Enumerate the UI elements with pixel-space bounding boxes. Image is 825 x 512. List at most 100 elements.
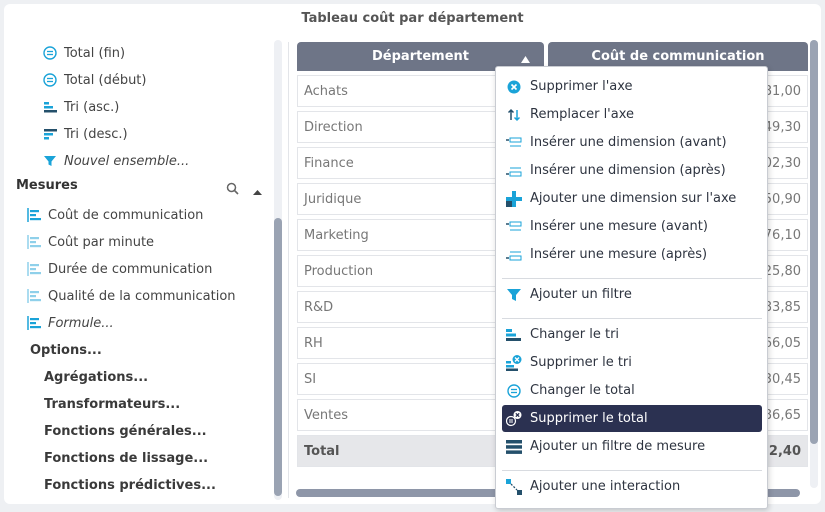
menu-item-label: Supprimer le tri <box>530 355 632 370</box>
menu-item-inserer-mesure-apres[interactable]: Insérer une mesure (après) <box>502 241 762 268</box>
menu-item-label: Ajouter un filtre <box>530 287 632 302</box>
measure-item[interactable]: Durée de communication <box>26 257 212 281</box>
divider <box>288 42 289 498</box>
option-item[interactable]: Fonctions de lissage... <box>44 446 208 470</box>
option-item[interactable]: Transformateurs... <box>44 392 180 416</box>
table-vertical-scrollbar[interactable] <box>810 40 818 488</box>
menu-item-label: Supprimer l'axe <box>530 79 633 94</box>
tree-item-label: Nouvel ensemble... <box>64 153 190 169</box>
menu-item-supprimer-tri[interactable]: Supprimer le tri <box>502 349 762 376</box>
page-title: Tableau coût par département <box>301 11 524 26</box>
measure-item[interactable]: Coût par minute <box>26 230 154 254</box>
section-title-mesures: Mesures <box>16 178 78 193</box>
menu-item-inserer-dimension-apres[interactable]: Insérer une dimension (après) <box>502 157 762 184</box>
insert-dimension-before-icon <box>506 135 522 151</box>
sort-icon <box>506 327 522 343</box>
insert-dimension-after-icon <box>506 163 522 179</box>
insert-measure-after-icon <box>506 247 522 263</box>
table-row-value: 83,85 <box>768 291 808 323</box>
menu-item-label: Supprimer le total <box>530 411 648 426</box>
table-total-value: 52,40 <box>768 435 808 467</box>
table-row-value: 50,90 <box>768 183 808 215</box>
column-header-label: Coût de communication <box>591 49 765 64</box>
column-header-label: Département <box>372 49 469 64</box>
menu-item-ajouter-filtre[interactable]: Ajouter un filtre <box>502 281 762 308</box>
menu-item-supprimer-total[interactable]: Supprimer le total <box>502 405 762 432</box>
total-icon <box>42 45 58 61</box>
measure-icon <box>26 288 42 304</box>
interaction-icon <box>506 478 522 495</box>
menu-item-ajouter-filtre-mesure[interactable]: Ajouter un filtre de mesure <box>502 433 762 460</box>
search-icon[interactable] <box>226 180 239 199</box>
menu-item-label: Remplacer l'axe <box>530 107 635 122</box>
menu-item-label: Insérer une dimension (avant) <box>530 135 727 150</box>
filter-funnel-icon <box>42 153 58 169</box>
tree-item-tri-desc[interactable]: Tri (desc.) <box>42 122 128 146</box>
table-row-value: 86,65 <box>768 399 808 431</box>
measure-label: Formule... <box>48 315 114 331</box>
collapse-icon[interactable] <box>253 180 262 199</box>
menu-item-label: Ajouter une interaction <box>530 479 681 494</box>
table-row-value: 49,30 <box>768 111 808 143</box>
measure-icon <box>26 207 42 223</box>
menu-separator <box>502 278 762 279</box>
tree-item-tri-asc[interactable]: Tri (asc.) <box>42 95 119 119</box>
measure-item[interactable]: Qualité de la communication <box>26 284 236 308</box>
tree-item-total-fin[interactable]: Total (fin) <box>42 41 125 65</box>
tree-item-label: Total (fin) <box>64 45 126 61</box>
menu-item-label: Insérer une mesure (après) <box>530 247 708 262</box>
measure-icon <box>26 234 42 250</box>
menu-item-inserer-mesure-avant[interactable]: Insérer une mesure (avant) <box>502 213 762 240</box>
menu-item-label: Changer le tri <box>530 327 620 342</box>
options-link[interactable]: Options... <box>30 338 102 362</box>
swap-arrows-icon <box>506 107 522 123</box>
tree-item-total-debut[interactable]: Total (début) <box>42 68 146 92</box>
context-menu: Supprimer l'axe Remplacer l'axe Insérer … <box>495 66 768 509</box>
measure-label: Coût par minute <box>48 234 155 250</box>
menu-item-remplacer-axe[interactable]: Remplacer l'axe <box>502 101 762 128</box>
remove-total-icon <box>506 410 522 427</box>
menu-item-label: Insérer une mesure (avant) <box>530 219 708 234</box>
measure-item[interactable]: Coût de communication <box>26 203 203 227</box>
table-scrollbar-thumb[interactable] <box>810 40 818 444</box>
measure-label: Coût de communication <box>48 207 204 223</box>
left-scrollbar[interactable] <box>274 40 282 500</box>
measure-filter-icon <box>506 439 522 455</box>
menu-item-label: Changer le total <box>530 383 635 398</box>
table-row-value: 25,80 <box>768 255 808 287</box>
option-item[interactable]: Agrégations... <box>44 365 148 389</box>
table-row-value: 66,05 <box>768 327 808 359</box>
sort-arrow-icon <box>521 52 530 67</box>
formula-icon <box>26 315 42 331</box>
measure-item-formule[interactable]: Formule... <box>26 311 114 335</box>
measure-label: Qualité de la communication <box>48 288 236 304</box>
option-item[interactable]: Fonctions prédictives... <box>44 473 216 497</box>
table-row-value: 30,45 <box>768 363 808 395</box>
table-row-value: 81,00 <box>768 75 808 107</box>
measure-label: Durée de communication <box>48 261 213 277</box>
sort-desc-icon <box>42 126 58 142</box>
menu-separator <box>502 318 762 319</box>
menu-item-changer-total[interactable]: Changer le total <box>502 377 762 404</box>
tree-item-nouvel-ensemble[interactable]: Nouvel ensemble... <box>42 149 189 173</box>
menu-item-label: Ajouter une dimension sur l'axe <box>530 191 737 206</box>
remove-circle-icon <box>506 79 522 95</box>
menu-item-ajouter-interaction[interactable]: Ajouter une interaction <box>502 473 762 500</box>
sort-asc-icon <box>42 99 58 115</box>
total-icon <box>506 383 522 399</box>
menu-item-changer-tri[interactable]: Changer le tri <box>502 321 762 348</box>
measure-icon <box>26 261 42 277</box>
left-scrollbar-thumb[interactable] <box>274 218 282 496</box>
menu-item-ajouter-dimension-axe[interactable]: Ajouter une dimension sur l'axe <box>502 185 762 212</box>
option-item[interactable]: Fonctions générales... <box>44 419 207 443</box>
tree-item-label: Tri (desc.) <box>64 126 128 142</box>
menu-item-label: Ajouter un filtre de mesure <box>530 439 706 454</box>
table-row-value: 76,10 <box>768 219 808 251</box>
menu-item-supprimer-axe[interactable]: Supprimer l'axe <box>502 73 762 100</box>
menu-separator <box>502 470 762 471</box>
menu-item-inserer-dimension-avant[interactable]: Insérer une dimension (avant) <box>502 129 762 156</box>
remove-sort-icon <box>506 354 522 371</box>
filter-funnel-icon <box>506 287 522 303</box>
total-icon <box>42 72 58 88</box>
add-plus-icon <box>506 190 522 207</box>
